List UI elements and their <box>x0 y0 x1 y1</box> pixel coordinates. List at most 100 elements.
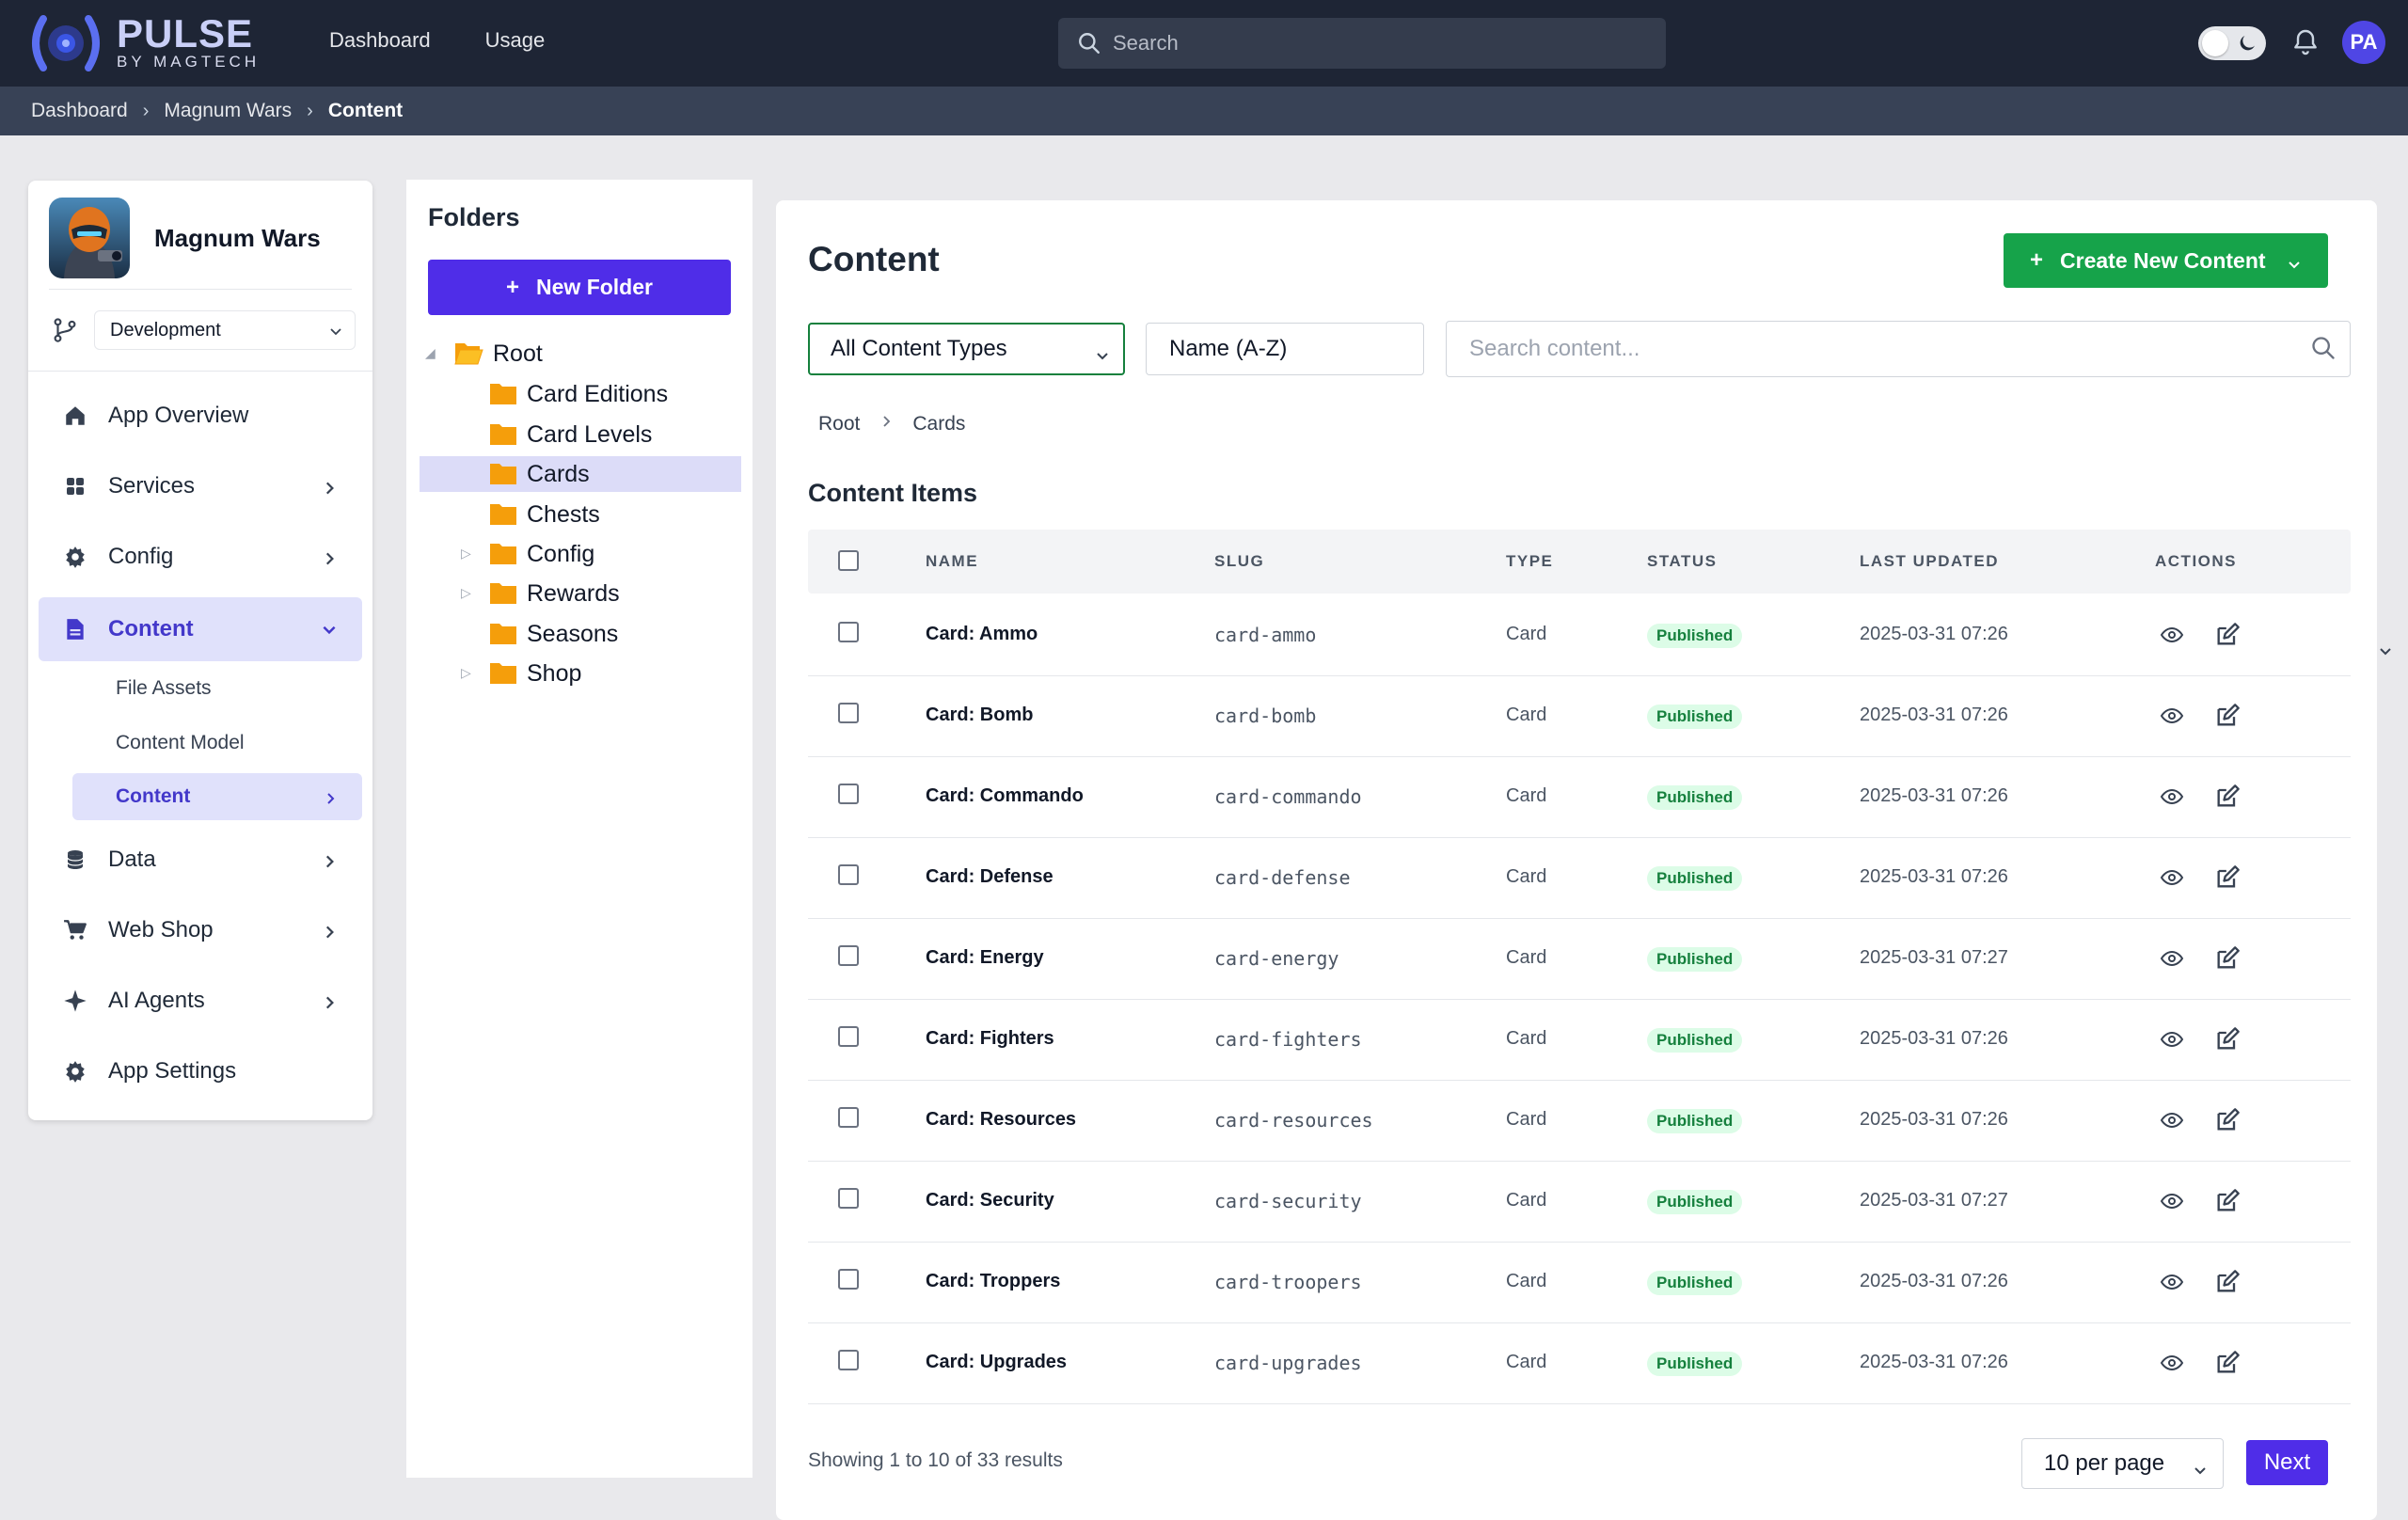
sidebar-item-content[interactable]: Content <box>39 597 362 661</box>
column-header[interactable]: NAME <box>926 552 978 571</box>
app-header[interactable]: Magnum Wars <box>49 198 321 278</box>
bell-icon[interactable] <box>2290 26 2321 63</box>
sidebar-item-services[interactable]: Services <box>39 456 362 516</box>
user-avatar[interactable]: PA <box>2342 21 2385 64</box>
pulse-logo[interactable]: PULSE BY MAGTECH <box>26 13 260 73</box>
table-row[interactable]: Card: Resources card-resources Card Publish… <box>808 1081 2351 1162</box>
row-name[interactable]: Card: Upgrades <box>926 1352 1067 1373</box>
row-name[interactable]: Card: Defense <box>926 866 1054 888</box>
search-icon[interactable] <box>2310 335 2337 366</box>
content-type-select[interactable]: All Content Types <box>808 323 1125 375</box>
sidebar-item-config[interactable]: Config <box>39 527 362 587</box>
row-name[interactable]: Card: Energy <box>926 947 1044 969</box>
tree-item-config[interactable]: ▷ Config <box>420 536 741 572</box>
row-updated: 2025-03-31 07:26 <box>1860 705 2008 725</box>
tree-item-root[interactable]: ◢ Root <box>420 336 741 372</box>
sidebar-item-ai-agents[interactable]: AI Agents <box>39 971 362 1031</box>
column-header[interactable]: TYPE <box>1506 552 1553 571</box>
breadcrumb-app[interactable]: Magnum Wars <box>164 100 292 122</box>
topnav-usage[interactable]: Usage <box>485 28 546 53</box>
row-checkbox[interactable] <box>838 1188 859 1209</box>
edit-icon[interactable] <box>2214 945 2241 976</box>
content-search[interactable] <box>1446 321 2351 377</box>
sidebar-subitem-content-model[interactable]: Content Model <box>72 720 362 767</box>
sidebar-item-web-shop[interactable]: Web Shop <box>39 900 362 960</box>
table-row[interactable]: Card: Bomb card-bomb Card Published 2025-03-… <box>808 676 2351 757</box>
sidebar-item-app-settings[interactable]: App Settings <box>39 1041 362 1101</box>
sort-select[interactable]: Name (A-Z) <box>1146 323 1424 375</box>
sidebar-item-data[interactable]: Data <box>39 830 362 890</box>
edit-icon[interactable] <box>2214 1269 2241 1300</box>
row-name[interactable]: Card: Commando <box>926 785 1084 807</box>
breadcrumb-dashboard[interactable]: Dashboard <box>31 100 128 122</box>
theme-toggle[interactable] <box>2198 26 2266 60</box>
tree-item-chests[interactable]: Chests <box>420 497 741 532</box>
view-eye-icon[interactable] <box>2159 1352 2185 1379</box>
new-folder-button[interactable]: + New Folder <box>428 260 731 315</box>
tree-item-shop[interactable]: ▷ Shop <box>420 656 741 691</box>
edit-icon[interactable] <box>2214 1107 2241 1138</box>
row-checkbox[interactable] <box>838 1269 859 1290</box>
row-checkbox[interactable] <box>838 1350 859 1370</box>
table-row[interactable]: Card: Fighters card-fighters Card Published… <box>808 1000 2351 1081</box>
row-checkbox[interactable] <box>838 784 859 804</box>
edit-icon[interactable] <box>2214 622 2241 653</box>
path-root[interactable]: Root <box>818 413 860 435</box>
table-row[interactable]: Card: Upgrades card-upgrades Card Published… <box>808 1323 2351 1404</box>
edit-icon[interactable] <box>2214 703 2241 734</box>
row-checkbox[interactable] <box>838 622 859 642</box>
tree-item-rewards[interactable]: ▷ Rewards <box>420 576 741 611</box>
row-name[interactable]: Card: Fighters <box>926 1028 1054 1050</box>
view-eye-icon[interactable] <box>2159 866 2185 894</box>
tree-item-seasons[interactable]: Seasons <box>420 616 741 652</box>
global-search-input[interactable] <box>1113 31 1666 55</box>
view-eye-icon[interactable] <box>2159 624 2185 651</box>
table-row[interactable]: Card: Troppers card-troopers Card Published… <box>808 1243 2351 1323</box>
view-eye-icon[interactable] <box>2159 1271 2185 1298</box>
row-checkbox[interactable] <box>838 864 859 885</box>
row-name[interactable]: Card: Resources <box>926 1109 1076 1131</box>
row-checkbox[interactable] <box>838 1026 859 1047</box>
view-eye-icon[interactable] <box>2159 947 2185 974</box>
column-header[interactable]: STATUS <box>1647 552 1717 571</box>
tree-item-card-levels[interactable]: Card Levels <box>420 417 741 452</box>
global-search[interactable] <box>1058 18 1666 69</box>
sidebar-subitem-content[interactable]: Content <box>72 773 362 820</box>
edit-icon[interactable] <box>2214 1026 2241 1057</box>
view-eye-icon[interactable] <box>2159 785 2185 813</box>
row-checkbox[interactable] <box>838 945 859 966</box>
chevron-down-icon[interactable] <box>2378 643 2393 663</box>
view-eye-icon[interactable] <box>2159 705 2185 732</box>
environment-select[interactable]: Development <box>94 310 356 350</box>
row-name[interactable]: Card: Troppers <box>926 1271 1060 1292</box>
table-row[interactable]: Card: Energy card-energy Card Published 2025… <box>808 919 2351 1000</box>
row-checkbox[interactable] <box>838 1107 859 1128</box>
next-page-button[interactable]: Next <box>2246 1440 2328 1485</box>
edit-icon[interactable] <box>2214 784 2241 815</box>
sidebar-item-app-overview[interactable]: App Overview <box>39 386 362 446</box>
tree-item-card-editions[interactable]: Card Editions <box>420 376 741 412</box>
table-row[interactable]: Card: Ammo card-ammo Card Published 2025-03-… <box>808 595 2351 676</box>
edit-icon[interactable] <box>2214 1350 2241 1381</box>
sidebar-subitem-file-assets[interactable]: File Assets <box>72 665 362 712</box>
view-eye-icon[interactable] <box>2159 1190 2185 1217</box>
edit-icon[interactable] <box>2214 864 2241 895</box>
table-row[interactable]: Card: Commando card-commando Card Published… <box>808 757 2351 838</box>
create-new-content-button[interactable]: + Create New Content <box>2004 233 2328 288</box>
table-row[interactable]: Card: Security card-security Card Published… <box>808 1162 2351 1243</box>
table-row[interactable]: Card: Defense card-defense Card Published 20… <box>808 838 2351 919</box>
edit-icon[interactable] <box>2214 1188 2241 1219</box>
view-eye-icon[interactable] <box>2159 1028 2185 1055</box>
topnav-dashboard[interactable]: Dashboard <box>329 28 431 53</box>
per-page-select[interactable]: 10 per page <box>2021 1438 2224 1489</box>
content-search-input[interactable] <box>1469 336 2297 362</box>
row-name[interactable]: Card: Security <box>926 1190 1054 1211</box>
view-eye-icon[interactable] <box>2159 1109 2185 1136</box>
row-name[interactable]: Card: Ammo <box>926 624 1038 645</box>
tree-item-cards[interactable]: Cards <box>420 456 741 492</box>
row-checkbox[interactable] <box>838 703 859 723</box>
select-all-checkbox[interactable] <box>838 550 859 571</box>
column-header[interactable]: LAST UPDATED <box>1860 552 1999 571</box>
column-header[interactable]: SLUG <box>1214 552 1264 571</box>
row-name[interactable]: Card: Bomb <box>926 705 1033 726</box>
